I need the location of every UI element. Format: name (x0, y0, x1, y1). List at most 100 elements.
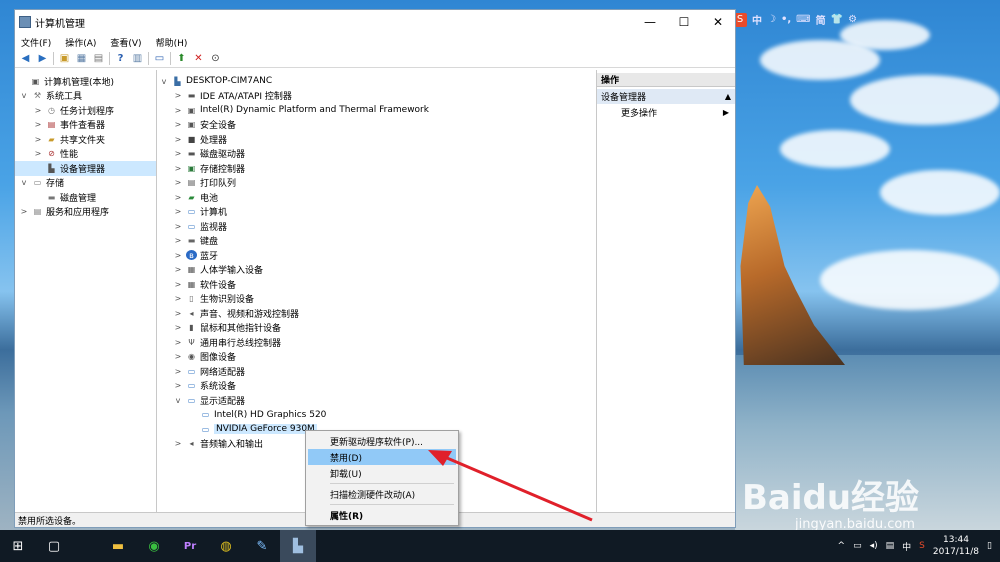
network-tray-icon[interactable]: ▤ (886, 541, 895, 551)
menu-uninstall[interactable]: 卸载(U) (308, 465, 456, 481)
tree-node-task-scheduler[interactable]: > ◷ 任务计划程序 (15, 103, 156, 118)
menu-properties[interactable]: 属性(R) (308, 507, 456, 523)
start-button[interactable]: ⊞ (0, 530, 36, 562)
device-category[interactable]: > ◉ 图像设备 (157, 350, 596, 365)
device-category[interactable]: > ◂ 声音、视频和游戏控制器 (157, 306, 596, 321)
menu-action[interactable]: 操作(A) (65, 36, 96, 49)
browser-icon[interactable]: ◉ (136, 530, 172, 562)
computer-management-task-icon[interactable]: ▙ (280, 530, 316, 562)
device-root[interactable]: v ▙ DESKTOP-CIM7ANC (157, 74, 596, 89)
device-category[interactable]: > ▤ 打印队列 (157, 176, 596, 191)
minimize-button[interactable]: — (633, 10, 667, 34)
input-language[interactable]: 中 (902, 540, 911, 553)
maximize-button[interactable]: ☐ (667, 10, 701, 34)
device-category[interactable]: > ▣ 安全设备 (157, 118, 596, 133)
ime-item-settings-icon[interactable]: ⚙ (848, 14, 857, 25)
menu-divider (330, 483, 454, 484)
menu-disable[interactable]: 禁用(D) (308, 449, 456, 465)
show-hide-tree-icon[interactable]: ▦ (75, 52, 88, 65)
watermark-brand: Baidu经验 (742, 478, 920, 518)
notification-icon[interactable]: ▯ (987, 541, 992, 551)
usb-icon: Ψ (188, 337, 195, 347)
tree-node-services-apps[interactable]: > ▤ 服务和应用程序 (15, 205, 156, 220)
battery-tray-icon[interactable]: ▭ (853, 541, 862, 551)
device-category[interactable]: > ▬ 磁盘驱动器 (157, 147, 596, 162)
device-category[interactable]: > ▭ 计算机 (157, 205, 596, 220)
menu-update-driver[interactable]: 更新驱动程序软件(P)... (308, 433, 456, 449)
menu-view[interactable]: 查看(V) (110, 36, 141, 49)
tree-node-storage[interactable]: v ▭ 存储 (15, 176, 156, 191)
task-view-button[interactable]: ▢ (36, 530, 72, 562)
device-category[interactable]: > ▣ Intel(R) Dynamic Platform and Thermal … (157, 103, 596, 118)
file-explorer-icon[interactable]: ▬ (100, 530, 136, 562)
audio-io-icon: ◂ (189, 439, 194, 449)
device-category[interactable]: > ▬ IDE ATA/ATAPI 控制器 (157, 89, 596, 104)
paint-icon[interactable]: ✎ (244, 530, 280, 562)
shared-folder-icon: ▰ (48, 134, 55, 144)
tree-node-disk-management[interactable]: ▬ 磁盘管理 (15, 190, 156, 205)
update-driver-icon[interactable]: ⬆ (175, 52, 188, 65)
collapse-up-icon[interactable]: ▲ (725, 92, 731, 101)
device-category[interactable]: > Ψ 通用串行总线控制器 (157, 335, 596, 350)
device-category[interactable]: > ▯ 生物识别设备 (157, 292, 596, 307)
tools-icon: ⚒ (33, 91, 42, 101)
premiere-icon[interactable]: Pr (172, 530, 208, 562)
menu-help[interactable]: 帮助(H) (156, 36, 188, 49)
device-category[interactable]: > ■ 处理器 (157, 132, 596, 147)
device-category-display-adapters[interactable]: v ▭ 显示适配器 (157, 393, 596, 408)
tree-node-system-tools[interactable]: v ⚒ 系统工具 (15, 89, 156, 104)
menu-divider (330, 504, 454, 505)
tree-node-shared-folders[interactable]: > ▰ 共享文件夹 (15, 132, 156, 147)
device-category[interactable]: > ▰ 电池 (157, 190, 596, 205)
uninstall-icon[interactable]: ✕ (192, 52, 205, 65)
tree-node-event-viewer[interactable]: > ▤ 事件查看器 (15, 118, 156, 133)
action-pane-icon[interactable]: ▥ (131, 52, 144, 65)
close-button[interactable]: ✕ (701, 10, 735, 34)
device-category[interactable]: > ▬ 键盘 (157, 234, 596, 249)
title-bar[interactable]: 计算机管理 — ☐ ✕ (15, 10, 735, 34)
disk-drive-icon: ▬ (187, 149, 196, 159)
ime-item-moon-icon[interactable]: ☽ (767, 14, 776, 25)
computer-icon: ▭ (187, 207, 196, 217)
tray-chevron-up-icon[interactable]: ^ (838, 541, 846, 551)
forward-icon[interactable]: ▶ (36, 52, 49, 65)
properties-icon[interactable]: ▤ (92, 52, 105, 65)
tree-node-performance[interactable]: > ⊘ 性能 (15, 147, 156, 162)
device-category[interactable]: > ▭ 网络适配器 (157, 364, 596, 379)
ime-item-skin-icon[interactable]: 👕 (831, 14, 843, 25)
clock-icon: ◷ (48, 105, 55, 115)
hid-icon: ▦ (187, 265, 196, 275)
actions-section-device-manager[interactable]: 设备管理器 ▲ (597, 89, 735, 104)
taskbar: ⊞ ▢ ▬ ◉ Pr ◍ ✎ ▙ ^ ▭ ◂) ▤ 中 S 13:44 2017… (0, 530, 1000, 562)
scan-hardware-icon[interactable]: ▭ (153, 52, 166, 65)
device-category[interactable]: > ▭ 系统设备 (157, 379, 596, 394)
device-category[interactable]: > ▮ 鼠标和其他指针设备 (157, 321, 596, 336)
menu-file[interactable]: 文件(F) (21, 36, 51, 49)
sound-icon: ◂ (189, 308, 194, 318)
tree-node-device-manager[interactable]: ▙ 设备管理器 (15, 161, 156, 176)
disable-device-icon[interactable]: ⊙ (209, 52, 222, 65)
volume-icon[interactable]: ◂) (870, 541, 878, 551)
back-icon[interactable]: ◀ (19, 52, 32, 65)
device-category[interactable]: > ▦ 人体学输入设备 (157, 263, 596, 278)
ime-item-lang[interactable]: 中 (752, 12, 762, 27)
device-category[interactable]: > ▭ 监视器 (157, 219, 596, 234)
device-intel-hd-graphics[interactable]: ▭ Intel(R) HD Graphics 520 (157, 408, 596, 423)
device-category[interactable]: > ▦ 软件设备 (157, 277, 596, 292)
tree-node-computer-management[interactable]: ▣ 计算机管理(本地) (15, 74, 156, 89)
display-adapter-icon: ▭ (201, 410, 210, 420)
ime-item-punct[interactable]: •, (781, 14, 791, 25)
display-adapter-icon: ▭ (201, 424, 210, 434)
up-folder-icon[interactable]: ▣ (58, 52, 71, 65)
app-icon-yellow[interactable]: ◍ (208, 530, 244, 562)
menu-scan-hardware[interactable]: 扫描检测硬件改动(A) (308, 486, 456, 502)
more-actions-item[interactable]: 更多操作 ▶ (597, 104, 735, 120)
help-icon[interactable]: ? (114, 52, 127, 65)
ime-tray-icon[interactable]: S (919, 541, 925, 551)
device-category[interactable]: > ʙ 蓝牙 (157, 248, 596, 263)
clock[interactable]: 13:44 2017/11/8 (933, 534, 979, 558)
storage-icon: ▭ (33, 178, 42, 188)
device-category[interactable]: > ▣ 存储控制器 (157, 161, 596, 176)
ime-item-keyboard-icon[interactable]: ⌨ (796, 14, 810, 25)
ime-item-simplified[interactable]: 简 (816, 12, 826, 27)
